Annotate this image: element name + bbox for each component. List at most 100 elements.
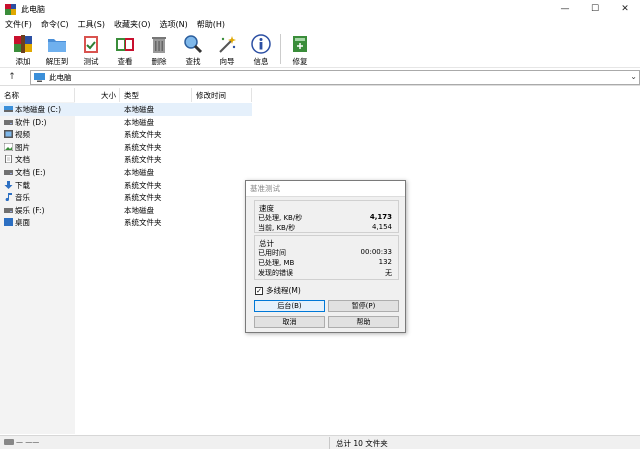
file-row-desktop[interactable]: 桌面 系统文件夹: [0, 216, 252, 229]
menu-tools[interactable]: 工具(S): [73, 19, 109, 30]
multithread-checkbox[interactable]: ✓ 多线程(M): [255, 285, 301, 296]
file-type: 系统文件夹: [124, 142, 162, 152]
path-field[interactable]: 此电脑 ⌄: [30, 70, 640, 85]
column-header-name[interactable]: 名称: [0, 88, 75, 102]
background-button[interactable]: 后台(B): [254, 300, 325, 312]
wizard-wand-icon: [216, 33, 238, 54]
elapsed-row: 已用时间 00:00:33: [258, 248, 392, 258]
status-separator: [329, 437, 330, 449]
info-button[interactable]: 信息: [244, 31, 278, 67]
elapsed-label: 已用时间: [258, 249, 286, 257]
file-name: 视频: [15, 130, 30, 140]
delete-button[interactable]: 删除: [142, 31, 176, 67]
speed-processed-row: 已处理, KB/秒 4,173: [258, 213, 392, 223]
magnifier-icon: [182, 33, 204, 54]
processed-mb-value: 132: [378, 258, 392, 266]
file-row-documents[interactable]: 文档 系统文件夹: [0, 153, 252, 166]
close-button[interactable]: ✕: [610, 0, 640, 18]
repair-button[interactable]: 修复: [283, 31, 317, 67]
file-type: 本地磁盘: [124, 205, 154, 215]
file-row-f-drive[interactable]: 娱乐 (F:) 本地磁盘: [0, 204, 252, 217]
errors-label: 发现的错误: [258, 269, 293, 277]
view-label: 查看: [117, 57, 133, 66]
minimize-button[interactable]: —: [550, 0, 580, 18]
file-type: 本地磁盘: [124, 105, 154, 114]
file-name: 下载: [15, 180, 30, 190]
repair-label: 修复: [292, 57, 308, 66]
trash-icon: [148, 33, 170, 54]
status-left-text: — ——: [16, 438, 40, 446]
extract-to-label: 解压到: [45, 57, 69, 66]
help-button[interactable]: 帮助: [328, 316, 399, 328]
speed-processed-label: 已处理, KB/秒: [258, 214, 303, 222]
up-arrow-icon[interactable]: ↑: [0, 69, 24, 86]
drive-icon: [4, 119, 13, 125]
menu-bar: 文件(F) 命令(C) 工具(S) 收藏夹(O) 选项(N) 帮助(H): [0, 18, 640, 31]
test-clipboard-icon: [80, 33, 102, 54]
processed-mb-row: 已处理, MB 132: [258, 258, 392, 268]
add-label: 添加: [15, 57, 31, 66]
music-icon: [5, 193, 12, 202]
toolbar-separator: [280, 34, 281, 64]
test-label: 测试: [83, 57, 99, 66]
multithread-label: 多线程(M): [266, 286, 301, 295]
file-type: 本地磁盘: [124, 167, 154, 177]
delete-label: 删除: [151, 57, 167, 66]
file-row-videos[interactable]: 视频 系统文件夹: [0, 128, 252, 141]
menu-help[interactable]: 帮助(H): [192, 19, 229, 30]
file-list: 本地磁盘 (C:) 本地磁盘 软件 (D:) 本地磁盘 视频 系统文件夹 图片 …: [0, 103, 252, 229]
find-button[interactable]: 查找: [176, 31, 210, 67]
total-group: 总计 已用时间 00:00:33 已处理, MB 132 发现的错误 无: [254, 235, 399, 280]
file-name: 文档 (E:): [15, 167, 46, 177]
file-name: 娱乐 (F:): [15, 205, 45, 215]
extract-to-button[interactable]: 解压到: [40, 31, 74, 67]
checkbox-check-icon[interactable]: ✓: [255, 286, 263, 295]
column-header-type[interactable]: 类型: [120, 88, 192, 102]
window-title: 此电脑: [21, 4, 45, 14]
file-row-c-drive[interactable]: 本地磁盘 (C:) 本地磁盘: [0, 103, 252, 116]
view-button[interactable]: 查看: [108, 31, 142, 67]
menu-commands[interactable]: 命令(C): [36, 19, 73, 30]
status-summary: 总计 10 文件夹: [336, 439, 388, 448]
menu-options[interactable]: 选项(N): [155, 19, 192, 30]
column-header-modified[interactable]: 修改时间: [192, 88, 252, 102]
file-type: 本地磁盘: [124, 117, 154, 127]
file-row-downloads[interactable]: 下载 系统文件夹: [0, 179, 252, 192]
errors-row: 发现的错误 无: [258, 268, 392, 278]
document-icon: [5, 155, 12, 164]
file-row-pictures[interactable]: 图片 系统文件夹: [0, 141, 252, 154]
drive-icon: [4, 207, 13, 213]
maximize-button[interactable]: ☐: [580, 0, 610, 18]
chevron-down-icon[interactable]: ⌄: [630, 72, 637, 81]
picture-icon: [4, 142, 13, 151]
file-row-music[interactable]: 音乐 系统文件夹: [0, 191, 252, 204]
add-button[interactable]: 添加: [6, 31, 40, 67]
file-type: 系统文件夹: [124, 193, 162, 203]
video-icon: [4, 130, 13, 139]
wizard-button[interactable]: 向导: [210, 31, 244, 67]
file-type: 系统文件夹: [124, 218, 162, 228]
pause-button[interactable]: 暂停(P): [328, 300, 399, 312]
column-header-size[interactable]: 大小: [75, 88, 120, 102]
processed-mb-label: 已处理, MB: [258, 259, 295, 267]
computer-icon: [34, 73, 45, 82]
file-row-d-drive[interactable]: 软件 (D:) 本地磁盘: [0, 116, 252, 129]
file-row-e-drive[interactable]: 文档 (E:) 本地磁盘: [0, 166, 252, 179]
errors-value: 无: [385, 269, 392, 277]
path-text: 此电脑: [49, 73, 72, 82]
file-name: 文档: [15, 155, 30, 165]
winrar-app-icon: [5, 3, 16, 15]
file-name: 软件 (D:): [15, 117, 47, 127]
menu-favorites[interactable]: 收藏夹(O): [109, 19, 155, 30]
menu-file[interactable]: 文件(F): [0, 19, 36, 30]
file-name: 桌面: [15, 218, 30, 228]
cancel-button[interactable]: 取消: [254, 316, 325, 328]
address-bar: ↑ 此电脑 ⌄: [0, 69, 640, 86]
status-bar: — —— 总计 10 文件夹: [0, 435, 640, 449]
test-button[interactable]: 测试: [74, 31, 108, 67]
download-icon: [4, 180, 13, 189]
find-label: 查找: [185, 57, 201, 66]
info-label: 信息: [253, 57, 269, 66]
repair-book-icon: [289, 33, 311, 54]
column-headers: 名称 大小 类型 修改时间: [0, 88, 640, 102]
